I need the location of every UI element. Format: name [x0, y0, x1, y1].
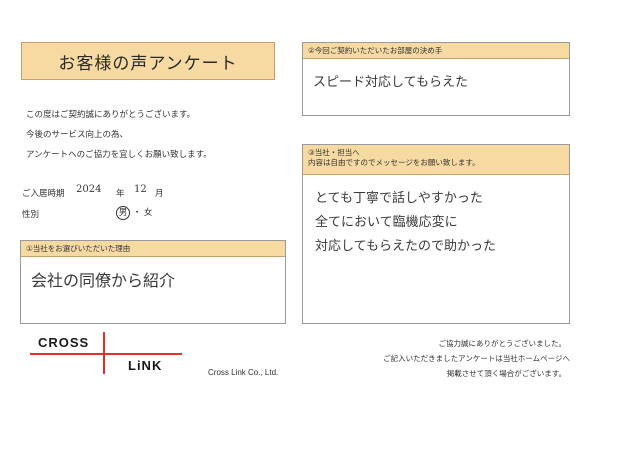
- footer-line-2: ご記入いただきましたアンケートは当社ホームページへ: [383, 354, 570, 363]
- gender-female: 女: [143, 208, 153, 218]
- footer-line-1: ご協力誠にありがとうございました。: [438, 339, 567, 348]
- survey-title: お客様の声アンケート: [21, 42, 275, 80]
- intro-line-2: 今後のサービス向上の為、: [26, 130, 129, 140]
- gender-options: 男 ・ 女: [116, 206, 152, 220]
- message-heading: ③当社・担当へ 内容は自由ですのでメッセージをお願い致します。: [303, 145, 569, 175]
- message-answer-line-3: 対応してもらえたので助かった: [315, 239, 496, 254]
- intro-line-3: アンケートへのご協力を宜しくお願い致します。: [26, 150, 212, 160]
- date-month-value: 12: [134, 184, 147, 195]
- message-answer-line-2: 全てにおいて臨機応変に: [315, 215, 458, 230]
- message-box: ③当社・担当へ 内容は自由ですのでメッセージをお願い致します。 とても丁寧で話し…: [302, 144, 570, 324]
- company-logo: CROSS LiNK: [30, 332, 190, 382]
- message-heading-line-1: ③当社・担当へ: [308, 148, 360, 157]
- deciding-factor-answer: スピード対応してもらえた: [313, 75, 468, 90]
- deciding-factor-box: ②今回ご契約いただいたお部屋の決め手 スピード対応してもらえた: [302, 42, 570, 116]
- deciding-factor-heading: ②今回ご契約いただいたお部屋の決め手: [303, 43, 569, 59]
- date-label: ご入居時期: [22, 189, 65, 199]
- logo-bottom-text: LiNK: [128, 358, 163, 373]
- message-answer-line-1: とても丁寧で話しやすかった: [315, 191, 483, 206]
- company-name: Cross Link Co., Ltd.: [208, 368, 279, 377]
- intro-line-1: この度はご契約誠にありがとうございます。: [26, 110, 196, 120]
- footer-line-3: 掲載させて頂く場合がございます。: [446, 369, 566, 378]
- year-unit: 年: [116, 189, 125, 199]
- month-unit: 月: [155, 189, 164, 199]
- logo-vertical-line: [103, 332, 105, 374]
- message-heading-line-2: 内容は自由ですのでメッセージをお願い致します。: [308, 158, 480, 167]
- reason-answer: 会社の同僚から紹介: [31, 271, 176, 290]
- gender-separator: ・: [132, 208, 142, 218]
- reason-heading: ①当社をお選びいただいた理由: [21, 241, 285, 257]
- gender-male-circled: 男: [116, 206, 130, 220]
- gender-label: 性別: [22, 210, 40, 220]
- logo-top-text: CROSS: [38, 335, 90, 350]
- logo-horizontal-line: [30, 353, 182, 355]
- date-year-value: 2024: [76, 184, 102, 195]
- reason-box: ①当社をお選びいただいた理由 会社の同僚から紹介: [20, 240, 286, 324]
